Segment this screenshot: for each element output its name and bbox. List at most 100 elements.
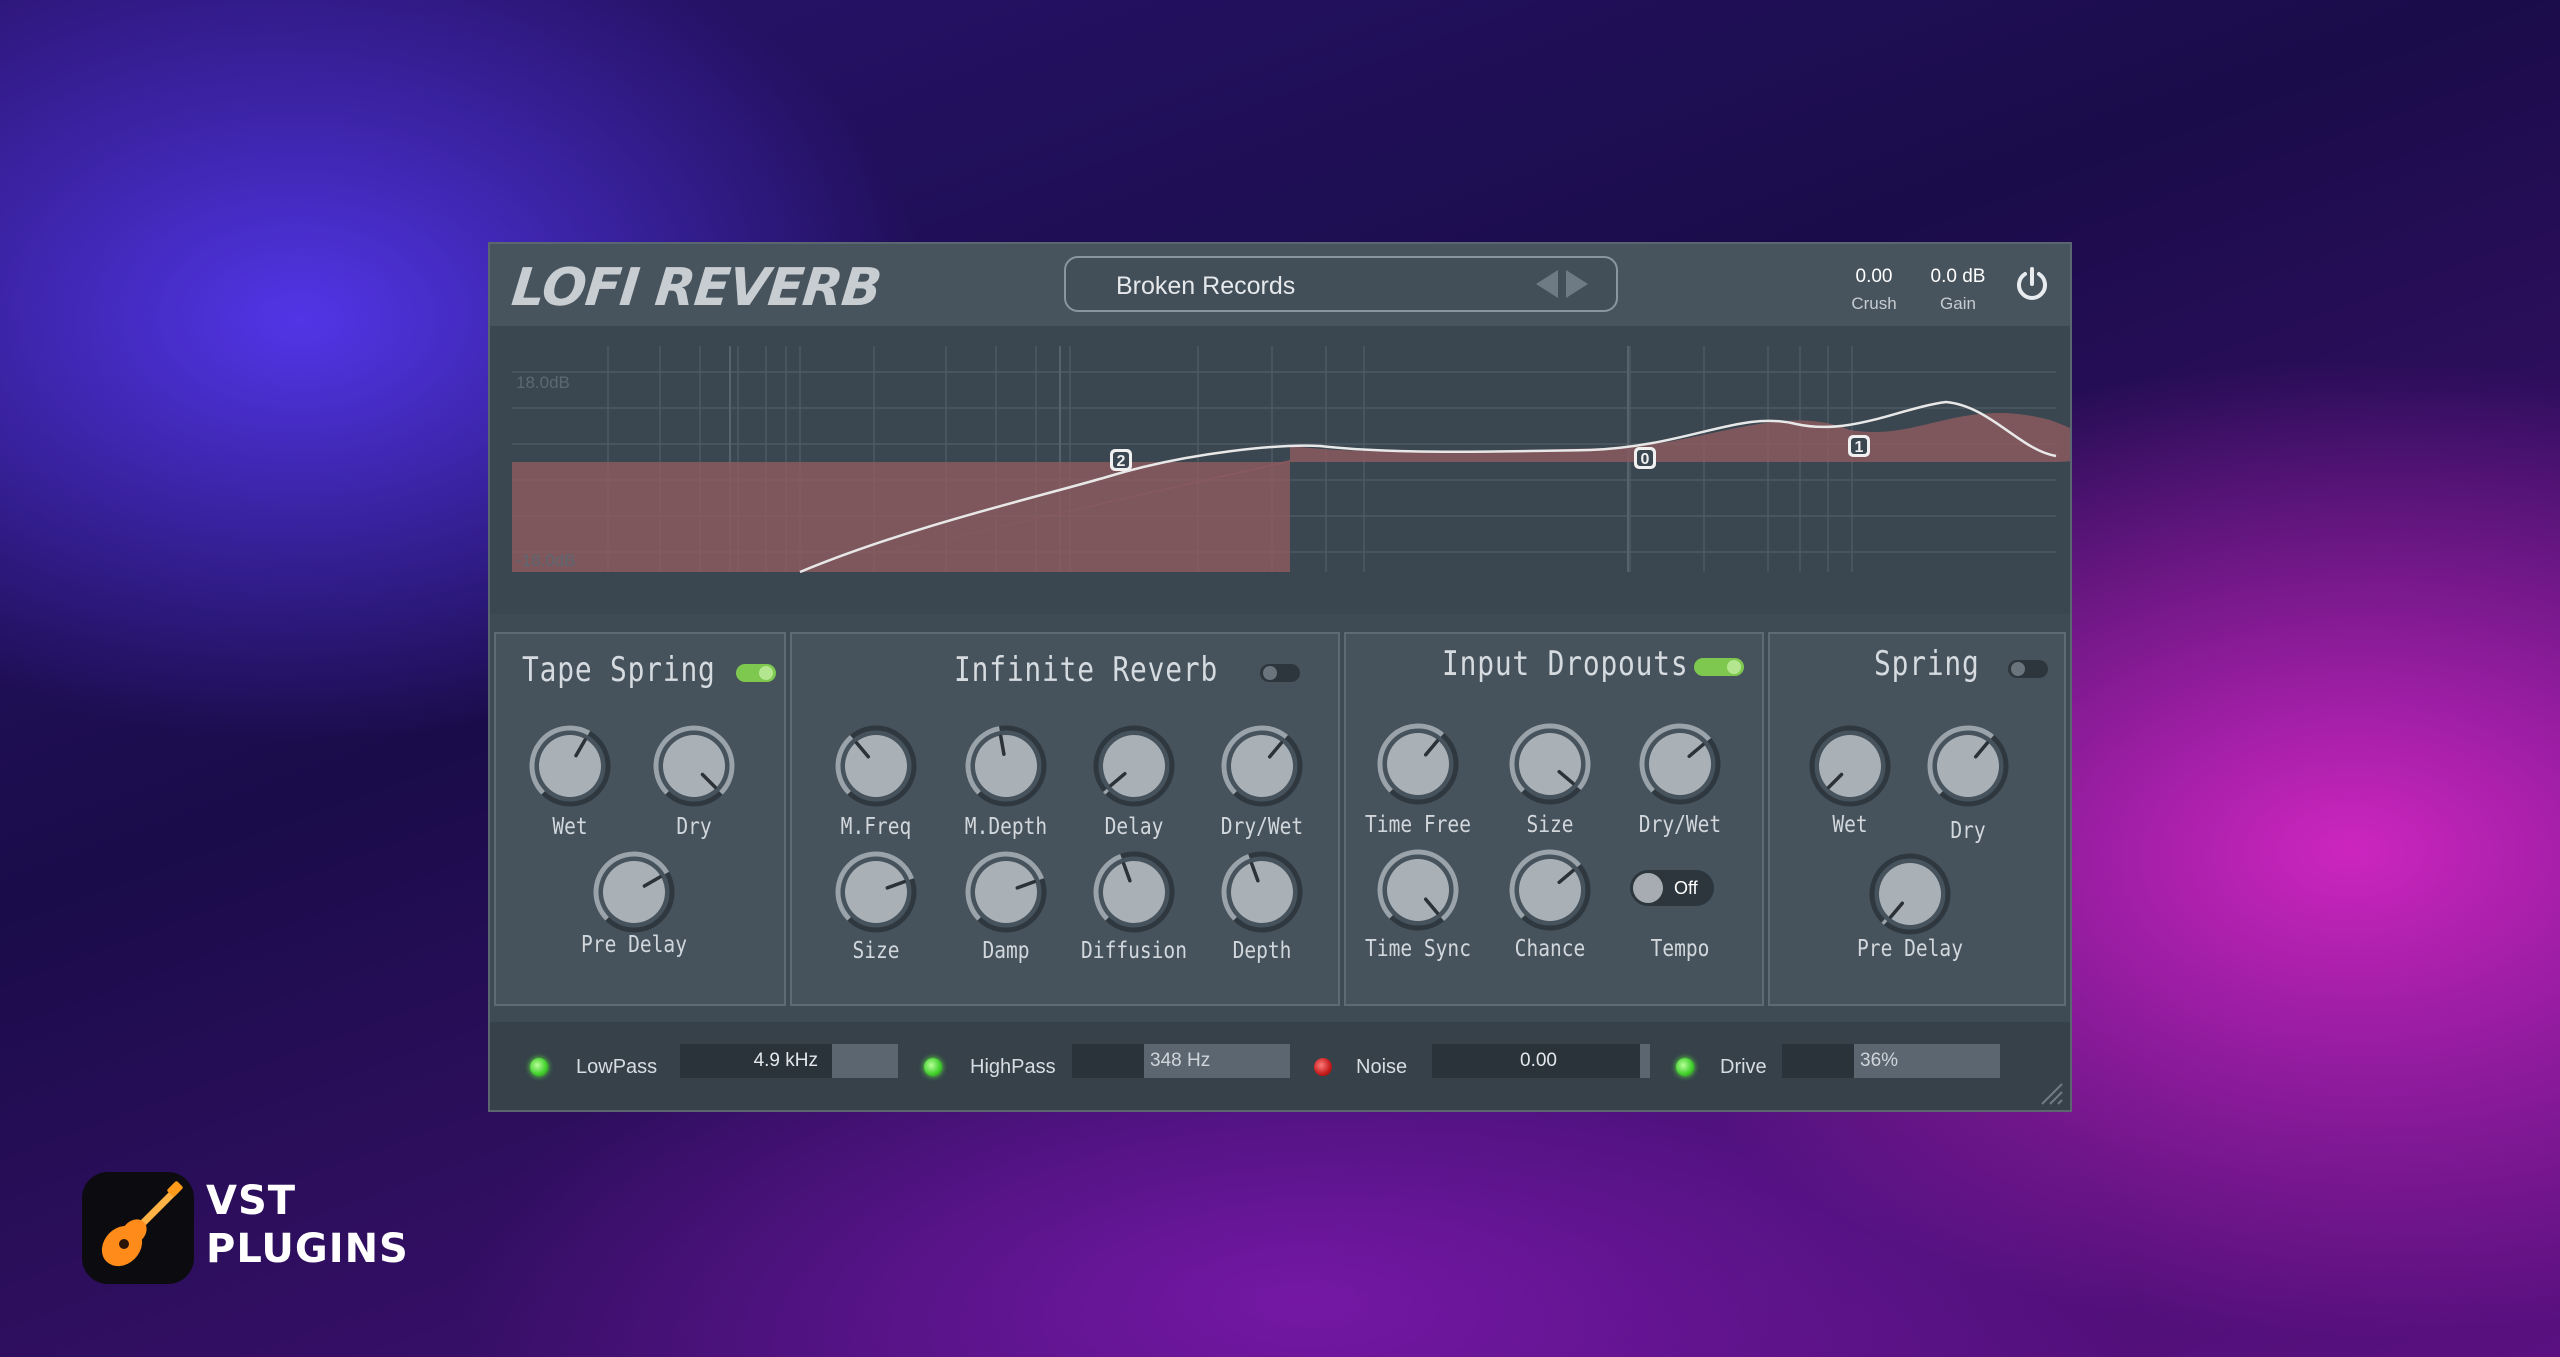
diffusion-label: Diffusion xyxy=(1081,938,1187,964)
depth-knob[interactable] xyxy=(1220,850,1304,934)
lowpass-slider[interactable]: 4.9 kHz xyxy=(680,1044,898,1078)
delay-knob[interactable] xyxy=(1092,724,1176,808)
previous-preset-button[interactable] xyxy=(1536,270,1558,298)
lowpass-label: LowPass xyxy=(576,1056,658,1078)
resize-handle-icon[interactable] xyxy=(2038,1080,2064,1106)
eq-node-0-label: 0 xyxy=(1641,451,1650,468)
tempo-toggle-thumb xyxy=(1633,873,1663,903)
next-preset-button[interactable] xyxy=(1566,270,1588,298)
spring-panel: Spring Wet Dry Pre Delay xyxy=(1768,632,2066,1006)
lowpass-slider-fill xyxy=(832,1044,898,1078)
spring-wet-label: Wet xyxy=(1832,812,1868,838)
spring-wet-knob[interactable] xyxy=(1808,724,1892,808)
tape-spring-dry-label: Dry xyxy=(676,814,712,840)
dropouts-dry-wet-knob[interactable] xyxy=(1638,722,1722,806)
eq-graph[interactable]: 18.0dB -18.0dB 2 0 1 xyxy=(490,326,2098,614)
infinite-reverb-title: Infinite Reverb xyxy=(954,650,1219,690)
eq-display[interactable]: 18.0dB -18.0dB 2 0 1 xyxy=(490,326,2098,614)
eq-node-2-label: 2 xyxy=(1117,453,1126,470)
vst-plugins-logo xyxy=(82,1172,194,1284)
input-dropouts-title: Input Dropouts xyxy=(1442,644,1689,684)
tape-spring-wet-label: Wet xyxy=(552,814,588,840)
eq-top-db-label: 18.0dB xyxy=(516,373,570,392)
spring-dry-label: Dry xyxy=(1950,818,1986,844)
highpass-value: 348 Hz xyxy=(1150,1050,1211,1071)
noise-enable-led[interactable] xyxy=(1314,1058,1332,1076)
noise-slider[interactable]: 0.00 xyxy=(1432,1044,1650,1078)
spring-pre-delay-label: Pre Delay xyxy=(1857,936,1963,962)
m-depth-label: M.Depth xyxy=(964,814,1048,840)
eq-node-2[interactable]: 2 xyxy=(1110,449,1132,471)
m-freq-label: M.Freq xyxy=(840,814,912,840)
tape-spring-pre-delay-label: Pre Delay xyxy=(581,932,687,958)
infinite-dry-wet-knob[interactable] xyxy=(1220,724,1304,808)
plugin-header: LOFI REVERB Broken Records 0.00 Crush 0.… xyxy=(490,244,2070,326)
drive-slider[interactable]: 36% xyxy=(1782,1044,2000,1078)
noise-slider-fill xyxy=(1640,1044,1650,1078)
spring-dry-knob[interactable] xyxy=(1926,724,2010,808)
gain-label: Gain xyxy=(1940,294,1976,313)
drive-label: Drive xyxy=(1720,1056,1767,1078)
tape-spring-toggle[interactable] xyxy=(736,664,776,682)
eq-node-1-label: 1 xyxy=(1855,439,1864,456)
input-dropouts-panel: Input Dropouts Time Free Size Dry/Wet Ti… xyxy=(1344,632,1764,1006)
preset-name: Broken Records xyxy=(1116,272,1296,300)
infinite-dry-wet-label: Dry/Wet xyxy=(1220,814,1304,840)
lofi-reverb-plugin-window: LOFI REVERB Broken Records 0.00 Crush 0.… xyxy=(488,242,2098,1112)
delay-label: Delay xyxy=(1104,814,1164,840)
spring-pre-delay-knob[interactable] xyxy=(1868,852,1952,936)
m-freq-knob[interactable] xyxy=(834,724,918,808)
tempo-toggle-state: Off xyxy=(1674,878,1698,898)
infinite-reverb-panel: Infinite Reverb M.Freq M.Depth Delay Dry… xyxy=(790,632,1340,1006)
dropouts-size-knob[interactable] xyxy=(1508,722,1592,806)
lowpass-value: 4.9 kHz xyxy=(753,1050,818,1071)
spring-title: Spring xyxy=(1874,644,1980,684)
damp-label: Damp xyxy=(982,938,1030,964)
lowpass-enable-led[interactable] xyxy=(530,1058,548,1076)
highpass-label: HighPass xyxy=(970,1056,1056,1078)
time-free-knob[interactable] xyxy=(1376,722,1460,806)
depth-label: Depth xyxy=(1232,938,1292,964)
spring-toggle[interactable] xyxy=(2008,660,2048,678)
tape-spring-title: Tape Spring xyxy=(522,650,716,690)
power-icon[interactable] xyxy=(2012,264,2052,304)
tape-spring-wet-knob[interactable] xyxy=(528,724,612,808)
tape-spring-pre-delay-knob[interactable] xyxy=(592,850,676,934)
diffusion-knob[interactable] xyxy=(1092,850,1176,934)
tape-spring-dry-knob[interactable] xyxy=(652,724,736,808)
tape-spring-panel: Tape Spring Wet Dry Pre Delay xyxy=(494,632,786,1006)
brand-line-2: PLUGINS xyxy=(206,1226,409,1272)
gain-value[interactable]: 0.0 dB xyxy=(1918,266,1998,288)
input-dropouts-toggle[interactable] xyxy=(1694,658,1744,676)
drive-value: 36% xyxy=(1860,1050,1899,1071)
plugin-logo: LOFI REVERB xyxy=(508,258,884,318)
dropouts-dry-wet-label: Dry/Wet xyxy=(1638,812,1722,838)
filter-strip: LowPass 4.9 kHz HighPass 348 Hz Noise 0.… xyxy=(490,1022,2070,1110)
time-free-label: Time Free xyxy=(1365,812,1471,838)
brand-line-1: VST xyxy=(206,1178,297,1224)
dropouts-size-label: Size xyxy=(1526,812,1574,838)
infinite-size-knob[interactable] xyxy=(834,850,918,934)
chance-label: Chance xyxy=(1514,936,1586,962)
drive-enable-led[interactable] xyxy=(1676,1058,1694,1076)
preset-selector[interactable]: Broken Records xyxy=(1064,256,1618,312)
infinite-size-label: Size xyxy=(852,938,900,964)
time-sync-knob[interactable] xyxy=(1376,848,1460,932)
infinite-reverb-toggle[interactable] xyxy=(1260,664,1300,682)
tempo-label: Tempo xyxy=(1650,936,1710,962)
crush-label: Crush xyxy=(1851,294,1897,313)
damp-knob[interactable] xyxy=(964,850,1048,934)
chance-knob[interactable] xyxy=(1508,848,1592,932)
guitar-icon xyxy=(101,1181,183,1267)
noise-value: 0.00 xyxy=(1520,1050,1557,1071)
crush-value[interactable]: 0.00 xyxy=(1834,266,1914,288)
eq-bottom-db-label: -18.0dB xyxy=(516,551,576,570)
eq-node-0[interactable]: 0 xyxy=(1634,447,1656,469)
highpass-slider[interactable]: 348 Hz xyxy=(1072,1044,1290,1078)
noise-label: Noise xyxy=(1356,1056,1408,1078)
tempo-toggle[interactable]: Off xyxy=(1630,870,1714,906)
m-depth-knob[interactable] xyxy=(964,724,1048,808)
eq-node-1[interactable]: 1 xyxy=(1848,435,1870,457)
highpass-enable-led[interactable] xyxy=(924,1058,942,1076)
time-sync-label: Time Sync xyxy=(1365,936,1471,962)
